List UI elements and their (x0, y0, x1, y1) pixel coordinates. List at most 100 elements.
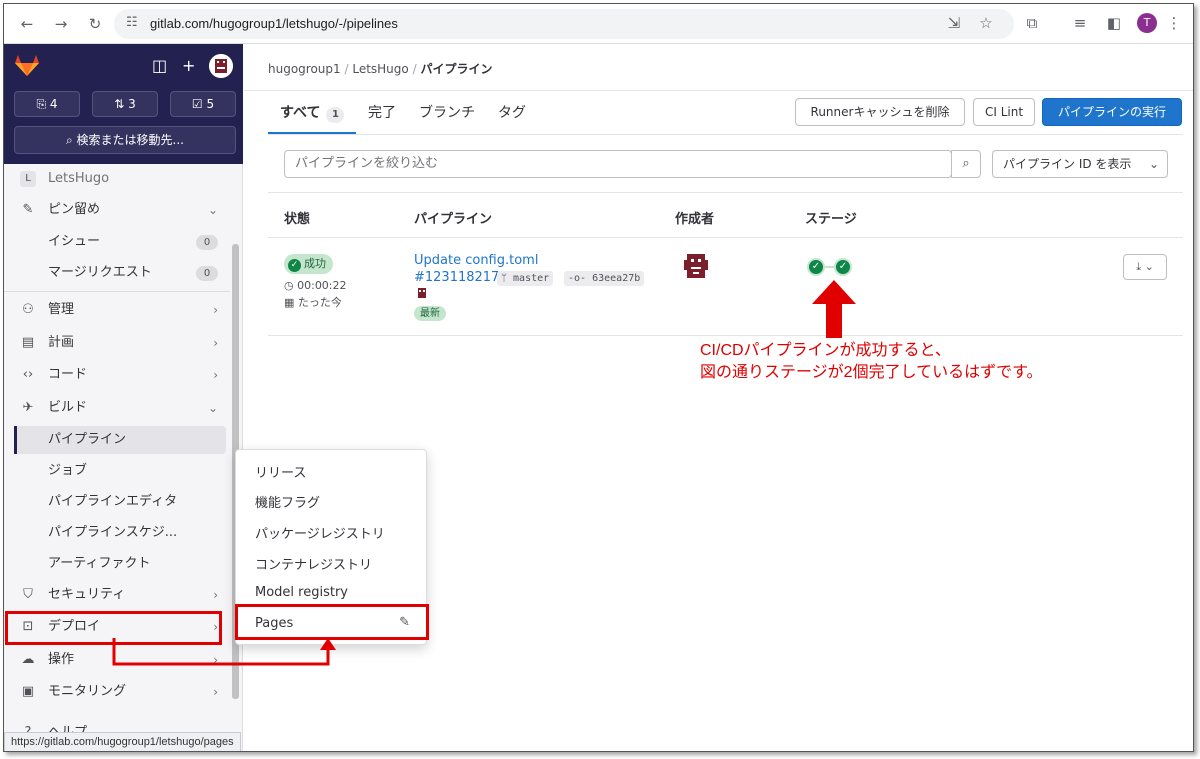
shield-icon: ⛉ (23, 587, 33, 602)
breadcrumb-current: パイプライン (420, 62, 493, 76)
download-icon: ⤓ (1136, 260, 1142, 273)
status-badge[interactable]: ✓ 成功 (284, 254, 333, 274)
sidebar-item-code[interactable]: ‹› コード › (14, 361, 226, 389)
flyout-item-package-registry[interactable]: パッケージレジストリ (255, 523, 385, 542)
flyout-item-model-registry[interactable]: Model registry (255, 585, 348, 600)
issues-icon: ⎘ (36, 97, 47, 111)
column-header-status: 状態 (284, 212, 311, 227)
breadcrumb-group[interactable]: hugogroup1 (268, 62, 341, 76)
address-bar[interactable]: ☷ gitlab.com/hugogroup1/letshugo/-/pipel… (114, 9, 1014, 39)
commit-icon: -o- (568, 273, 587, 284)
sidebar-item-pipeline-schedules[interactable]: パイプラインスケジ... (14, 519, 226, 547)
check-circle-icon: ✓ (288, 259, 301, 272)
install-app-icon[interactable]: ⇲ (944, 14, 964, 32)
create-new-icon[interactable]: + (182, 56, 195, 75)
stage-status-icon[interactable]: ✓ (834, 258, 852, 276)
divider (268, 237, 1183, 238)
sidebar-item-issues[interactable]: イシュー 0 (14, 228, 226, 256)
tab-tags[interactable]: タグ (498, 102, 526, 122)
sidebar-item-build[interactable]: ✈ ビルド ⌄ (14, 394, 226, 422)
pipeline-commit-title[interactable]: Update config.toml (414, 253, 538, 268)
reading-list-icon[interactable]: ≡ (1070, 14, 1090, 32)
site-settings-icon[interactable]: ☷ (126, 15, 138, 30)
sidebar-project[interactable]: L LetsHugo (14, 165, 226, 193)
sidebar-item-manage[interactable]: ⚇ 管理 › (14, 296, 226, 324)
pipeline-id-dropdown[interactable]: パイプライン ID を表示 ⌄ (992, 150, 1168, 178)
chevron-down-icon: ⌄ (1148, 157, 1159, 171)
commit-author-avatar[interactable] (416, 287, 428, 299)
sidebar-item-security[interactable]: ⛉ セキュリティ › (14, 581, 226, 609)
cloud-icon: ☁ (21, 652, 35, 667)
sidebar-item-artifacts[interactable]: アーティファクト (14, 550, 226, 578)
pipeline-finished: ▦ たった今 (284, 296, 342, 309)
calendar-icon: ▤ (21, 335, 35, 350)
chevron-down-icon: ⌄ (207, 401, 218, 415)
artifacts-download-button[interactable]: ⤓ ⌄ (1123, 254, 1167, 280)
latest-badge: 最新 (414, 306, 446, 321)
user-avatar[interactable] (209, 54, 233, 78)
branch-icon: ᛘ (501, 273, 507, 284)
chevron-down-icon: ⌄ (1144, 260, 1154, 273)
bookmark-star-icon[interactable]: ☆ (976, 14, 996, 32)
tab-all[interactable]: すべて 1 (280, 102, 345, 123)
flyout-item-feature-flags[interactable]: 機能フラグ (255, 492, 320, 511)
column-header-pipeline: パイプライン (414, 212, 493, 227)
side-panel-icon[interactable]: ◧ (1104, 14, 1124, 32)
chevron-down-icon: ⌄ (207, 203, 218, 217)
issues-count-button[interactable]: ⎘ 4 (14, 91, 80, 117)
reload-icon[interactable]: ↻ (84, 13, 106, 35)
sidebar-item-jobs[interactable]: ジョブ (14, 457, 226, 485)
sidebar-item-pipeline-editor[interactable]: パイプラインエディタ (14, 488, 226, 516)
flyout-item-releases[interactable]: リリース (255, 462, 306, 481)
browser-toolbar: ← → ↻ ☷ gitlab.com/hugogroup1/letshugo/-… (4, 4, 1193, 44)
flyout-item-container-registry[interactable]: コンテナレジストリ (255, 554, 372, 573)
column-header-stages: ステージ (805, 212, 857, 227)
project-initial-badge: L (20, 171, 36, 187)
ci-lint-button[interactable]: CI Lint (973, 98, 1035, 126)
annotation-connector-arrow (112, 638, 336, 666)
menu-icon[interactable]: ⋮ (1164, 14, 1184, 32)
annotation-text: CI/CDパイプラインが成功すると、 図の通りステージが2個完了しているはずです… (700, 342, 1043, 381)
pin-icon: ✎ (22, 202, 34, 217)
run-pipeline-button[interactable]: パイプラインの実行 (1042, 98, 1182, 126)
sidebar-item-merge-requests[interactable]: マージリクエスト 0 (14, 259, 226, 287)
divider (268, 192, 1183, 193)
sidebar-header: ◫ + ⎘ 4 ⇅ 3 ☑ 5 ⌕ 検索または移動先... (4, 44, 243, 164)
users-icon: ⚇ (22, 302, 34, 317)
clear-runner-cache-button[interactable]: Runnerキャッシュを削除 (795, 98, 965, 126)
divider (4, 291, 230, 292)
todos-count-button[interactable]: ☑ 5 (170, 91, 236, 117)
commit-ref[interactable]: -o- 63eea27b (564, 271, 645, 286)
back-arrow-icon[interactable]: ← (16, 13, 38, 35)
pipeline-id-link[interactable]: #1231182172 (414, 270, 508, 285)
author-avatar[interactable] (682, 252, 710, 280)
sidebar-item-plan[interactable]: ▤ 計画 › (14, 329, 226, 357)
branch-ref[interactable]: ᛘ master (497, 271, 554, 286)
merge-requests-count-button[interactable]: ⇅ 3 (92, 91, 158, 117)
rocket-icon: ✈ (22, 400, 34, 415)
column-header-author: 作成者 (675, 212, 715, 227)
sidebar-item-pinned[interactable]: ✎ ピン留め ⌄ (14, 196, 226, 224)
gitlab-logo-icon[interactable] (14, 54, 40, 76)
sidebar-item-pipelines[interactable]: パイプライン (14, 426, 226, 454)
extensions-icon[interactable]: ⧉ (1022, 14, 1042, 32)
breadcrumb-project[interactable]: LetsHugo (352, 62, 408, 76)
search-icon: ⌕ (65, 133, 73, 147)
forward-arrow-icon[interactable]: → (50, 13, 72, 35)
profile-avatar[interactable]: T (1137, 13, 1157, 33)
sidebar-item-monitor[interactable]: ▣ モニタリング › (14, 678, 226, 706)
divider (268, 134, 1183, 135)
screenshot-frame: ← → ↻ ☷ gitlab.com/hugogroup1/letshugo/-… (3, 3, 1194, 752)
collapse-sidebar-icon[interactable]: ◫ (152, 56, 167, 75)
stage-status-icon[interactable]: ✓ (807, 258, 825, 276)
pipeline-filter-input[interactable]: パイプラインを絞り込む (284, 150, 952, 178)
clock-icon: ◷ (284, 279, 294, 292)
search-button[interactable]: ⌕ 検索または移動先... (14, 126, 236, 154)
tab-count-badge: 1 (326, 107, 345, 123)
filter-search-icon[interactable]: ⌕ (951, 150, 981, 178)
tab-finished[interactable]: 完了 (368, 102, 396, 122)
todo-icon: ☑ (191, 97, 203, 111)
divider (268, 335, 1183, 336)
tab-branches[interactable]: ブランチ (419, 102, 475, 122)
link-preview-status: https://gitlab.com/hugogroup1/letshugo/p… (4, 732, 241, 751)
